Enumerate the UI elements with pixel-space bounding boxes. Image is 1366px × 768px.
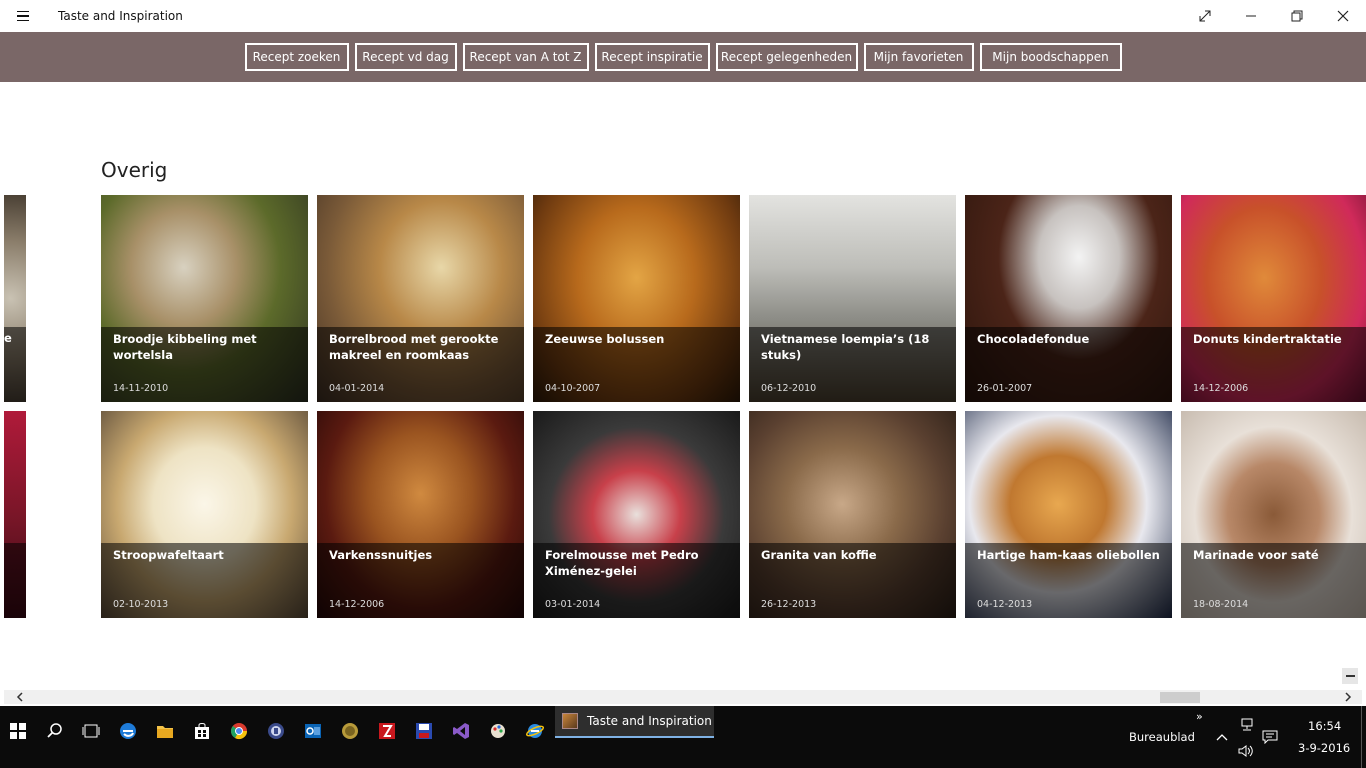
recipe-title: Marinade voor saté bbox=[1193, 548, 1319, 562]
zoom-out-button[interactable] bbox=[1342, 668, 1358, 684]
recipe-date: 14-12-2006 bbox=[329, 599, 385, 610]
store-icon[interactable] bbox=[187, 716, 217, 746]
recipe-date: 26-01-2007 bbox=[977, 383, 1033, 394]
clock-date[interactable]: 3-9-2016 bbox=[1298, 741, 1350, 755]
recipe-title: Donuts kindertraktatie bbox=[1193, 332, 1342, 346]
recipe-title: Stroopwafeltaart bbox=[113, 548, 224, 562]
nav-recept-a-tot-z-button[interactable]: Recept van A tot Z bbox=[462, 43, 589, 71]
fullscreen-icon[interactable] bbox=[1182, 0, 1228, 32]
paint-app-icon[interactable] bbox=[483, 716, 513, 746]
edge-browser-icon[interactable] bbox=[113, 716, 143, 746]
search-icon[interactable] bbox=[40, 716, 70, 746]
recipe-title: Chocoladefondue bbox=[977, 332, 1090, 346]
recipe-date: 14-12-2006 bbox=[1193, 383, 1249, 394]
filezilla-icon[interactable] bbox=[372, 716, 402, 746]
horizontal-scrollbar[interactable] bbox=[4, 690, 1362, 704]
navigation-bar: Recept zoeken Recept vd dag Recept van A… bbox=[0, 32, 1366, 82]
recipe-title: Varkenssnuitjes bbox=[329, 548, 433, 562]
taskbar-app-taste-and-inspiration[interactable]: Taste and Inspiration bbox=[555, 706, 714, 738]
recipe-date: 06-12-2010 bbox=[761, 383, 817, 394]
visual-studio-icon[interactable] bbox=[446, 716, 476, 746]
recipe-tile[interactable]: Zeeuwse bolussen 04-10-2007 bbox=[533, 195, 740, 402]
task-view-icon[interactable] bbox=[76, 716, 106, 746]
partial-tile-top[interactable]: e bbox=[4, 195, 26, 402]
clock-time[interactable]: 16:54 bbox=[1308, 719, 1341, 733]
nav-recept-vd-dag-button[interactable]: Recept vd dag bbox=[354, 43, 457, 71]
scrollbar-thumb[interactable] bbox=[1160, 692, 1200, 703]
taskbar: Taste and Inspiration » Bureaublad 16:54… bbox=[0, 706, 1366, 768]
recipe-title: Hartige ham-kaas oliebollen bbox=[977, 548, 1160, 562]
restore-icon[interactable] bbox=[1274, 0, 1320, 32]
recipe-date: 04-10-2007 bbox=[545, 383, 601, 394]
taskbar-app-label: Taste and Inspiration bbox=[587, 714, 712, 728]
recipe-title: Forelmousse met Pedro Ximénez-gelei bbox=[545, 548, 699, 578]
recipe-tile[interactable]: Marinade voor saté 18-08-2014 bbox=[1181, 411, 1366, 618]
section-title: Overig bbox=[101, 158, 168, 182]
recipe-date: 26-12-2013 bbox=[761, 599, 817, 610]
coin-app-icon[interactable] bbox=[335, 716, 365, 746]
title-bar: Taste and Inspiration bbox=[0, 0, 1366, 32]
minimize-icon[interactable] bbox=[1228, 0, 1274, 32]
internet-explorer-icon[interactable] bbox=[520, 716, 550, 746]
nav-recept-gelegenheden-button[interactable]: Recept gelegenheden bbox=[715, 43, 858, 71]
recipe-tile[interactable]: Forelmousse met Pedro Ximénez-gelei 03-0… bbox=[533, 411, 740, 618]
file-explorer-icon[interactable] bbox=[150, 716, 180, 746]
recipe-date: 04-01-2014 bbox=[329, 383, 385, 394]
recipe-tile[interactable]: Chocoladefondue 26-01-2007 bbox=[965, 195, 1172, 402]
recipe-tile[interactable]: Varkenssnuitjes 14-12-2006 bbox=[317, 411, 524, 618]
action-center-icon[interactable] bbox=[1255, 722, 1285, 752]
toolbar-overflow-icon[interactable]: » bbox=[1196, 710, 1203, 723]
recipe-date: 04-12-2013 bbox=[977, 599, 1033, 610]
recipe-title: Zeeuwse bolussen bbox=[545, 332, 665, 346]
chrome-icon[interactable] bbox=[224, 716, 254, 746]
vpn-app-icon[interactable] bbox=[261, 716, 291, 746]
recipe-date: 14-11-2010 bbox=[113, 383, 169, 394]
recipe-tile[interactable]: Vietnamese loempia’s (18 stuks) 06-12-20… bbox=[749, 195, 956, 402]
recipe-tile[interactable]: Borrelbrood met gerookte makreel en room… bbox=[317, 195, 524, 402]
scroll-right-icon[interactable] bbox=[1340, 690, 1356, 704]
save-app-icon[interactable] bbox=[409, 716, 439, 746]
desktop-toolbar-label[interactable]: Bureaublad bbox=[1129, 730, 1195, 744]
nav-mijn-boodschappen-button[interactable]: Mijn boodschappen bbox=[979, 43, 1122, 71]
windows-start-icon[interactable] bbox=[3, 716, 33, 746]
recipe-title: Granita van koffie bbox=[761, 548, 877, 562]
recipe-title: Broodje kibbeling met wortelsla bbox=[113, 332, 257, 362]
nav-mijn-favorieten-button[interactable]: Mijn favorieten bbox=[863, 43, 974, 71]
recipe-date: 02-10-2013 bbox=[113, 599, 169, 610]
app-icon bbox=[562, 713, 578, 729]
recipe-title: Vietnamese loempia’s (18 stuks) bbox=[761, 332, 930, 362]
recipe-date: 03-01-2014 bbox=[545, 599, 601, 610]
recipe-title: Borrelbrood met gerookte makreel en room… bbox=[329, 332, 499, 362]
recipe-tile[interactable]: Hartige ham-kaas oliebollen 04-12-2013 bbox=[965, 411, 1172, 618]
show-desktop-divider[interactable] bbox=[1361, 706, 1362, 768]
recipe-tile[interactable]: Donuts kindertraktatie 14-12-2006 bbox=[1181, 195, 1366, 402]
recipe-tile[interactable]: Stroopwafeltaart 02-10-2013 bbox=[101, 411, 308, 618]
app-title: Taste and Inspiration bbox=[58, 9, 183, 23]
outlook-icon[interactable] bbox=[298, 716, 328, 746]
recipe-date: 18-08-2014 bbox=[1193, 599, 1249, 610]
nav-recept-inspiratie-button[interactable]: Recept inspiratie bbox=[594, 43, 710, 71]
hamburger-menu-icon[interactable] bbox=[9, 6, 37, 26]
nav-recept-zoeken-button[interactable]: Recept zoeken bbox=[244, 43, 349, 71]
partial-tile-bottom[interactable] bbox=[4, 411, 26, 618]
recipe-tile[interactable]: Broodje kibbeling met wortelsla 14-11-20… bbox=[101, 195, 308, 402]
scroll-left-icon[interactable] bbox=[12, 690, 28, 704]
partial-tile-top-label: e bbox=[4, 331, 12, 345]
recipe-tile[interactable]: Granita van koffie 26-12-2013 bbox=[749, 411, 956, 618]
close-icon[interactable] bbox=[1320, 0, 1366, 32]
